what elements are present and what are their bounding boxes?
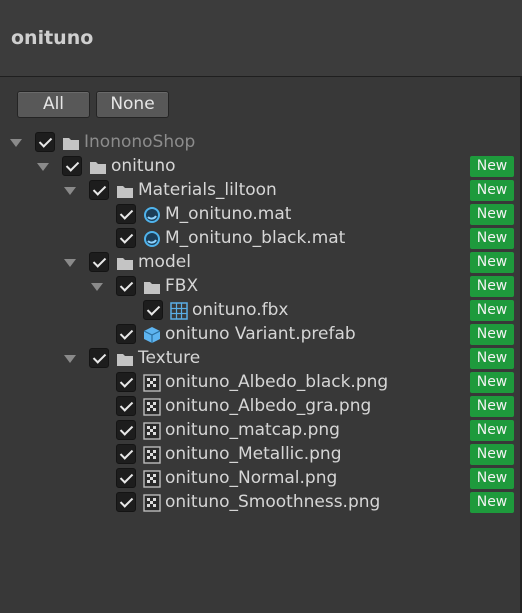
new-badge: New [470, 276, 514, 297]
include-checkbox[interactable] [116, 420, 136, 440]
asset-label: onituno_Albedo_gra.png [165, 396, 372, 416]
asset-label: Materials_liltoon [138, 180, 277, 200]
include-checkbox[interactable] [116, 228, 136, 248]
new-badge: New [470, 468, 514, 489]
texture-icon [143, 422, 161, 440]
texture-icon [143, 374, 161, 392]
include-checkbox[interactable] [116, 396, 136, 416]
tree-row[interactable]: onituno_matcap.png New [0, 419, 520, 443]
asset-label: M_onituno.mat [165, 204, 292, 224]
asset-label: Texture [138, 348, 201, 368]
include-checkbox[interactable] [116, 276, 136, 296]
asset-label: M_onituno_black.mat [165, 228, 346, 248]
asset-label: model [138, 252, 191, 272]
include-checkbox[interactable] [35, 132, 55, 152]
tree-row[interactable]: onituno_Albedo_black.png New [0, 371, 520, 395]
asset-label: onituno_Albedo_black.png [165, 372, 389, 392]
new-badge: New [470, 324, 514, 345]
new-badge: New [470, 300, 514, 321]
tree-row[interactable]: InononoShop [0, 131, 520, 155]
window-header: onituno [0, 0, 522, 77]
texture-icon [143, 494, 161, 512]
tree-row[interactable]: onituno Variant.prefab New [0, 323, 520, 347]
tree-row[interactable]: onituno.fbx New [0, 299, 520, 323]
mesh-icon [170, 302, 188, 320]
asset-label: FBX [165, 276, 199, 296]
tree-row[interactable]: onituno New [0, 155, 520, 179]
include-checkbox[interactable] [89, 348, 109, 368]
asset-label: onituno_Metallic.png [165, 444, 342, 464]
material-icon [143, 206, 161, 224]
new-badge: New [470, 180, 514, 201]
select-all-button[interactable]: All [17, 91, 90, 118]
foldout-arrow-icon[interactable] [64, 187, 76, 195]
foldout-arrow-icon[interactable] [64, 355, 76, 363]
tree-row[interactable]: onituno_Albedo_gra.png New [0, 395, 520, 419]
asset-label: onituno Variant.prefab [165, 324, 356, 344]
asset-label: onituno_Smoothness.png [165, 492, 381, 512]
asset-label: onituno_matcap.png [165, 420, 340, 440]
window-title: onituno [11, 27, 94, 49]
material-icon [143, 230, 161, 248]
folder-icon [143, 278, 161, 296]
new-badge: New [470, 420, 514, 441]
import-panel: All None InononoShop onituno New Materials_… [0, 77, 522, 613]
asset-label: onituno_Normal.png [165, 468, 338, 488]
new-badge: New [470, 156, 514, 177]
new-badge: New [470, 492, 514, 513]
new-badge: New [470, 396, 514, 417]
include-checkbox[interactable] [116, 444, 136, 464]
folder-icon [116, 254, 134, 272]
include-checkbox[interactable] [89, 180, 109, 200]
tree-row[interactable]: onituno_Metallic.png New [0, 443, 520, 467]
include-checkbox[interactable] [116, 324, 136, 344]
folder-icon [116, 182, 134, 200]
prefab-icon [143, 326, 161, 344]
tree-row[interactable]: M_onituno.mat New [0, 203, 520, 227]
tree-row[interactable]: Texture New [0, 347, 520, 371]
tree-row[interactable]: Materials_liltoon New [0, 179, 520, 203]
new-badge: New [470, 228, 514, 249]
include-checkbox[interactable] [62, 156, 82, 176]
select-none-button[interactable]: None [96, 91, 169, 118]
new-badge: New [470, 372, 514, 393]
folder-icon [62, 134, 80, 152]
tree-row[interactable]: onituno_Normal.png New [0, 467, 520, 491]
asset-label: onituno.fbx [192, 300, 289, 320]
texture-icon [143, 470, 161, 488]
tree-row[interactable]: onituno_Smoothness.png New [0, 491, 520, 515]
include-checkbox[interactable] [116, 204, 136, 224]
asset-label: onituno [111, 156, 176, 176]
new-badge: New [470, 444, 514, 465]
foldout-arrow-icon[interactable] [91, 283, 103, 291]
tree-row[interactable]: M_onituno_black.mat New [0, 227, 520, 251]
foldout-arrow-icon[interactable] [64, 259, 76, 267]
include-checkbox[interactable] [89, 252, 109, 272]
include-checkbox[interactable] [116, 492, 136, 512]
texture-icon [143, 398, 161, 416]
folder-icon [116, 350, 134, 368]
new-badge: New [470, 204, 514, 225]
foldout-arrow-icon[interactable] [37, 163, 49, 171]
tree-row[interactable]: model New [0, 251, 520, 275]
include-checkbox[interactable] [116, 372, 136, 392]
foldout-arrow-icon[interactable] [10, 139, 22, 147]
include-checkbox[interactable] [143, 300, 163, 320]
texture-icon [143, 446, 161, 464]
include-checkbox[interactable] [116, 468, 136, 488]
new-badge: New [470, 348, 514, 369]
new-badge: New [470, 252, 514, 273]
folder-icon [89, 158, 107, 176]
tree-row[interactable]: FBX New [0, 275, 520, 299]
asset-label: InononoShop [84, 132, 196, 152]
